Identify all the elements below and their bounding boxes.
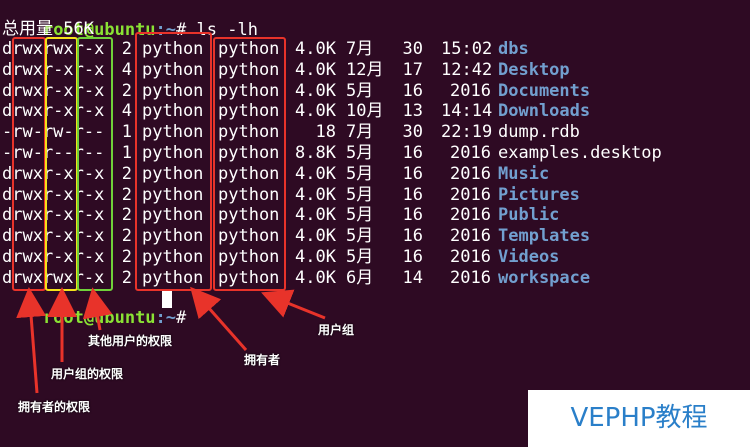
label-owner-permission: 拥有者的权限 (18, 400, 91, 414)
label-group: 用户组 (318, 323, 355, 337)
arrow-owner-perm (16, 287, 47, 394)
arrow-group (261, 289, 326, 320)
arrow-owner (190, 286, 248, 351)
terminal-window[interactable]: root@ubuntu:~# ls -lh 总用量 56K drwxrwxr-x… (0, 0, 750, 447)
watermark-logo: VEPHP教程 (528, 390, 750, 447)
label-group-permission: 用户组的权限 (51, 367, 124, 381)
arrow-other-perm (82, 287, 113, 331)
label-other-permission: 其他用户的权限 (88, 334, 173, 348)
label-owner: 拥有者 (244, 353, 281, 367)
